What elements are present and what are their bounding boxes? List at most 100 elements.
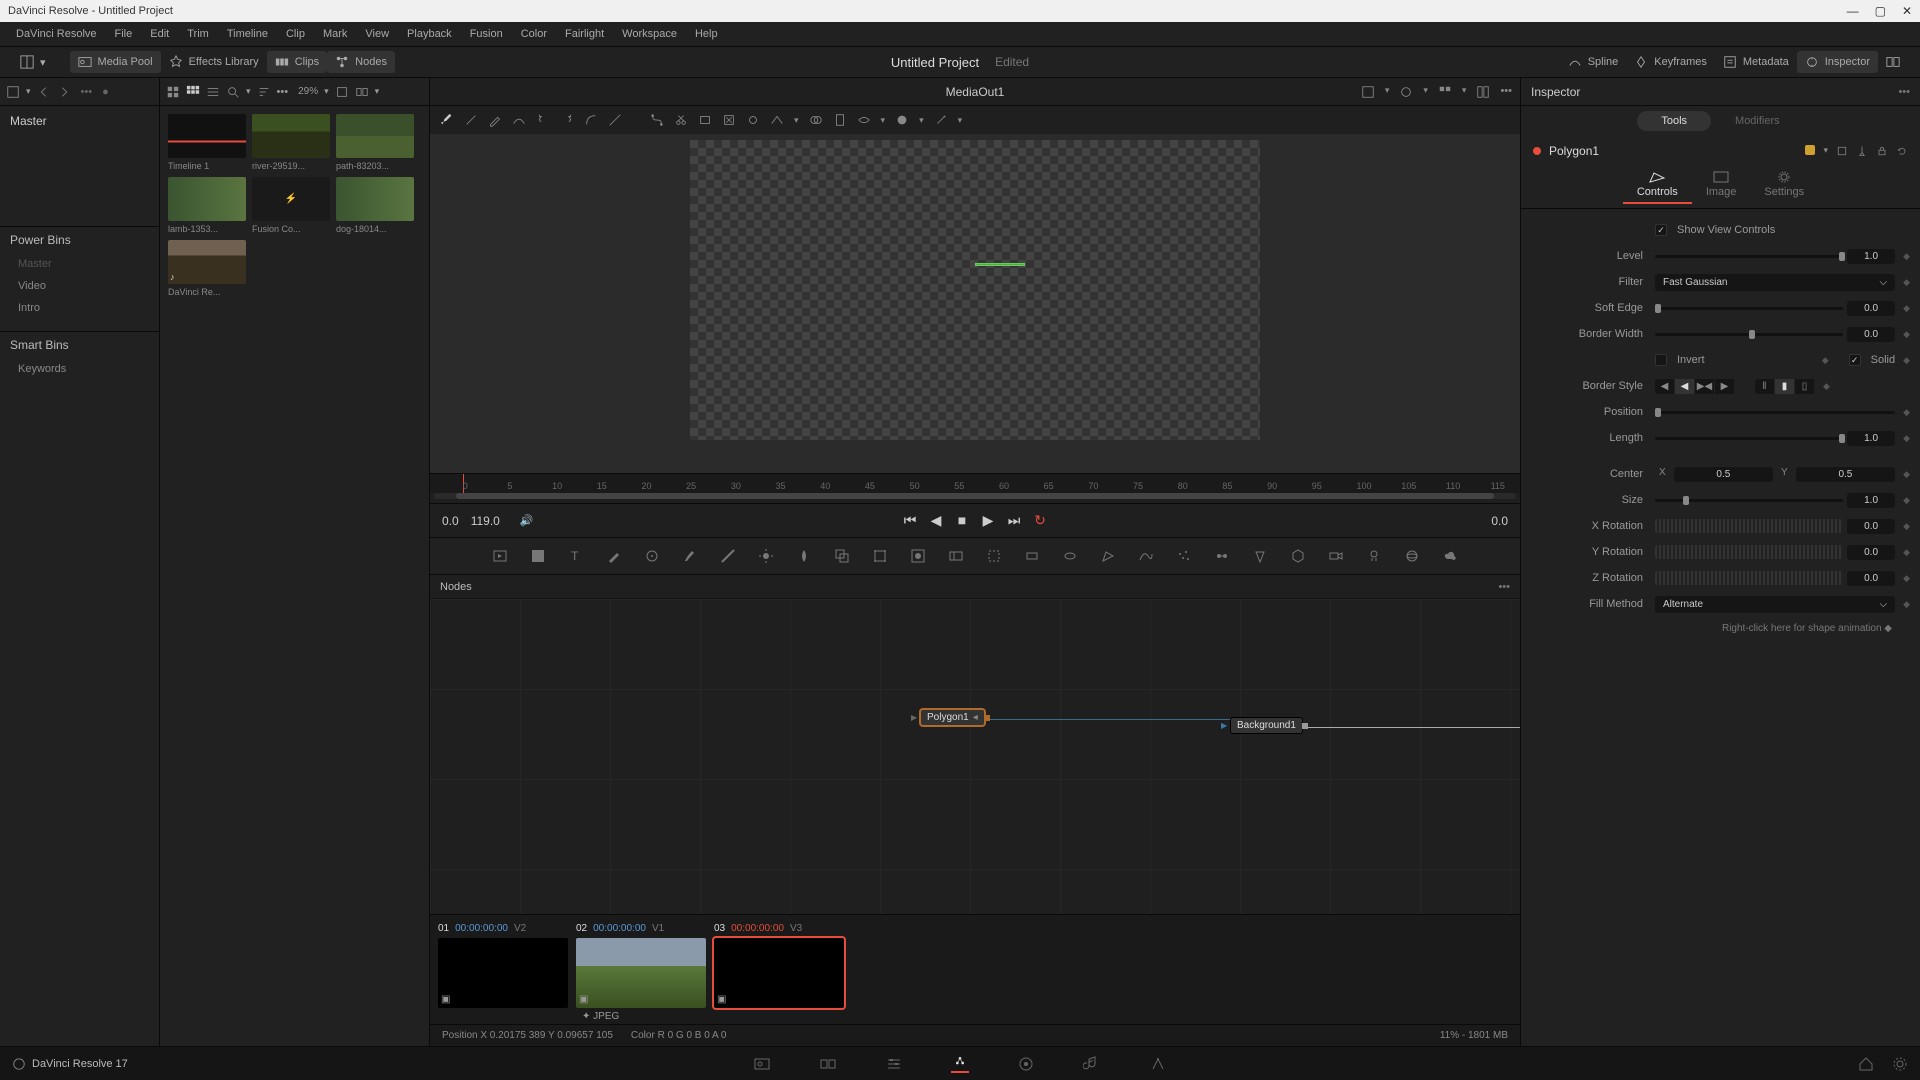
page-deliver-icon[interactable]	[1149, 1055, 1167, 1073]
borderstyle-g[interactable]: ▯	[1795, 379, 1815, 394]
solid-keyframe[interactable]: ◆	[1903, 355, 1910, 366]
view-list-icon[interactable]	[206, 85, 220, 99]
bin-options-icon[interactable]: •••	[81, 86, 93, 98]
roto-icon[interactable]	[833, 113, 847, 127]
window-minimize[interactable]: —	[1847, 4, 1859, 18]
size-value[interactable]: 1.0	[1847, 493, 1895, 508]
tool-merge-icon[interactable]	[834, 548, 850, 564]
tool-fog-icon[interactable]	[1442, 548, 1458, 564]
clip-03[interactable]: 0300:00:00:00V3▣	[714, 923, 844, 1008]
tool-transform-icon[interactable]	[872, 548, 888, 564]
draw-undo-icon[interactable]	[536, 113, 550, 127]
node-background1[interactable]: Background1	[1230, 717, 1303, 734]
media-thumb-6[interactable]: ♪DaVinci Re...	[168, 240, 246, 297]
media-thumb-1[interactable]: river-29519...	[252, 114, 330, 171]
draw-curve-icon[interactable]	[584, 113, 598, 127]
length-slider[interactable]	[1655, 437, 1843, 440]
viewer-grid-icon[interactable]	[1438, 85, 1452, 99]
onion-icon[interactable]	[809, 113, 823, 127]
invert-checkbox[interactable]	[1655, 354, 1667, 366]
menu-clip[interactable]: Clip	[278, 26, 313, 42]
tool-tracker-icon[interactable]	[644, 548, 660, 564]
media-thumb-5[interactable]: dog-18014...	[336, 177, 414, 234]
subtab-controls[interactable]: Controls	[1623, 166, 1692, 204]
loop-icon[interactable]: ↻	[1032, 512, 1048, 529]
shape-rect-icon[interactable]	[698, 113, 712, 127]
zoom-chevron-down-icon[interactable]: ▾	[324, 86, 329, 97]
zrot-keyframe[interactable]: ◆	[1903, 573, 1910, 584]
position-slider[interactable]	[1655, 411, 1895, 414]
viewer-split-icon[interactable]	[1476, 85, 1490, 99]
level-slider[interactable]	[1655, 255, 1843, 258]
tool-brush-icon[interactable]	[682, 548, 698, 564]
tool-bspline-mask-icon[interactable]	[1138, 548, 1154, 564]
softedge-value[interactable]: 0.0	[1847, 301, 1895, 316]
window-close[interactable]: ✕	[1902, 4, 1912, 18]
search-icon[interactable]	[226, 85, 240, 99]
viewer-fit-icon[interactable]	[1361, 85, 1375, 99]
media-thumb-0[interactable]: Timeline 1	[168, 114, 246, 171]
size-slider[interactable]	[1655, 499, 1843, 502]
polygon-shape[interactable]	[975, 263, 1025, 266]
inspector-tab-modifiers[interactable]: Modifiers	[1711, 111, 1804, 131]
tool-blur-icon[interactable]	[796, 548, 812, 564]
dual-screen-toggle[interactable]	[1878, 51, 1908, 73]
layout-dropdown[interactable]: ▾	[12, 51, 54, 73]
settings-gear-icon[interactable]	[1892, 1056, 1908, 1072]
powerbin-master[interactable]: Master	[0, 253, 159, 275]
tool-light-icon[interactable]	[1366, 548, 1382, 564]
draw-edit-icon[interactable]	[488, 113, 502, 127]
tool-camera3d-icon[interactable]	[1328, 548, 1344, 564]
menu-fusion[interactable]: Fusion	[462, 26, 511, 42]
clips-toggle[interactable]: Clips	[267, 51, 327, 73]
tool-pemitter-icon[interactable]	[1252, 548, 1268, 564]
inspector-tab-tools[interactable]: Tools	[1637, 111, 1711, 131]
borderstyle-keyframe[interactable]: ◆	[1823, 381, 1830, 392]
filter-dropdown[interactable]: Fast Gaussian⌵	[1655, 274, 1895, 291]
smartbin-keywords[interactable]: Keywords	[0, 358, 159, 380]
position-keyframe[interactable]: ◆	[1903, 407, 1910, 418]
page-media-icon[interactable]	[753, 1055, 771, 1073]
xrot-wheel[interactable]	[1655, 519, 1843, 533]
tool-polygon-mask-icon[interactable]	[1100, 548, 1116, 564]
versions-icon[interactable]	[1836, 145, 1848, 157]
length-keyframe[interactable]: ◆	[1903, 433, 1910, 444]
xrot-value[interactable]: 0.0	[1847, 519, 1895, 534]
menu-help[interactable]: Help	[687, 26, 726, 42]
page-color-icon[interactable]	[1017, 1055, 1035, 1073]
magic-wand-icon[interactable]	[934, 113, 948, 127]
menu-trim[interactable]: Trim	[179, 26, 217, 42]
powerbin-video[interactable]: Video	[0, 275, 159, 297]
handle-mode-chevron[interactable]: ▾	[794, 115, 799, 126]
zrot-wheel[interactable]	[1655, 571, 1843, 585]
menu-playback[interactable]: Playback	[399, 26, 460, 42]
viewer-roi-chevron[interactable]: ▾	[1423, 85, 1428, 99]
xrot-keyframe[interactable]: ◆	[1903, 521, 1910, 532]
bin-slider-dot[interactable]: ●	[102, 86, 109, 98]
nodes-options-icon[interactable]: •••	[1498, 581, 1510, 593]
tool-brightness-icon[interactable]	[758, 548, 774, 564]
tool-background-icon[interactable]	[530, 548, 546, 564]
borderstyle-e[interactable]: ‖	[1755, 379, 1775, 394]
tool-render3d-icon[interactable]	[1404, 548, 1420, 564]
clip-02[interactable]: 0200:00:00:00V1▣	[576, 923, 706, 1008]
mask-mode-chevron[interactable]: ▾	[919, 115, 924, 126]
borderwidth-slider[interactable]	[1655, 333, 1843, 336]
spline-toggle[interactable]: Spline	[1560, 51, 1627, 73]
viewer-canvas[interactable]	[430, 134, 1520, 473]
effects-library-toggle[interactable]: Effects Library	[161, 51, 267, 73]
home-icon[interactable]	[1858, 1056, 1874, 1072]
tool-ellipse-mask-icon[interactable]	[1062, 548, 1078, 564]
tool-shape3d-icon[interactable]	[1290, 548, 1306, 564]
tc-end[interactable]: 0.0	[1491, 514, 1508, 528]
tool-mediain-icon[interactable]	[492, 548, 508, 564]
borderstyle-d[interactable]: ▶	[1715, 379, 1735, 394]
yrot-value[interactable]: 0.0	[1847, 545, 1895, 560]
fill-dropdown[interactable]: Alternate⌵	[1655, 596, 1895, 613]
center-x-value[interactable]: 0.5	[1674, 467, 1773, 482]
draw-freeline-icon[interactable]	[608, 113, 622, 127]
go-start-icon[interactable]: ⏮	[902, 512, 918, 529]
menu-file[interactable]: File	[107, 26, 141, 42]
menu-timeline[interactable]: Timeline	[219, 26, 276, 42]
window-maximize[interactable]: ▢	[1875, 4, 1886, 18]
